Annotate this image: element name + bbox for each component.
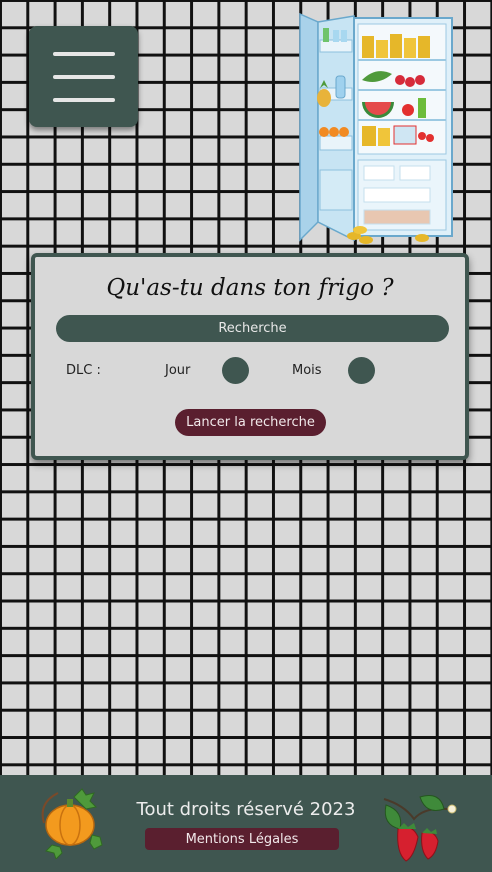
- legal-notice-link[interactable]: Mentions Légales: [145, 828, 339, 850]
- strawberry-icon: [383, 795, 457, 862]
- search-input[interactable]: [56, 315, 449, 342]
- search-title: Qu'as-tu dans ton frigo ?: [106, 275, 394, 301]
- day-label: Jour: [165, 363, 191, 378]
- menu-button[interactable]: [29, 26, 138, 127]
- hamburger-menu-icon-bar: [52, 97, 115, 102]
- dlc-label: DLC :: [66, 363, 101, 378]
- hamburger-menu-icon: [52, 51, 115, 56]
- pumpkin-icon: [41, 788, 103, 859]
- month-selector[interactable]: [348, 357, 375, 384]
- day-selector[interactable]: [222, 357, 249, 384]
- month-label: Mois: [292, 363, 322, 378]
- open-fridge-icon: [299, 12, 453, 244]
- search-submit-button[interactable]: Lancer la recherche: [175, 409, 326, 436]
- footer: Tout droits réservé 2023 Mentions Légale…: [0, 775, 492, 872]
- search-card: Qu'as-tu dans ton frigo ? DLC : Jour Moi…: [31, 253, 469, 460]
- hamburger-menu-icon-bar: [52, 74, 115, 79]
